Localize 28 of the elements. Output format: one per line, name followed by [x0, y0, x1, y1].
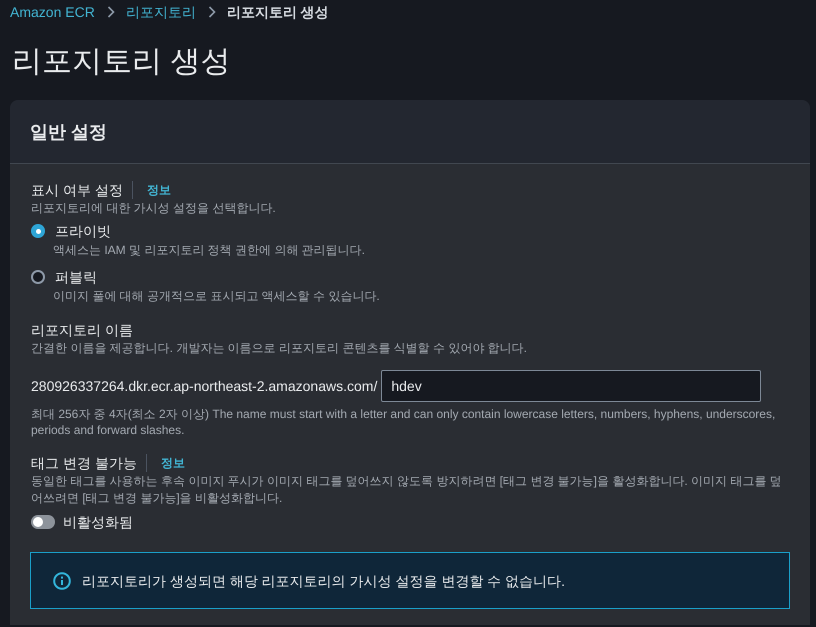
- info-link[interactable]: 정보: [160, 453, 185, 473]
- info-link[interactable]: 정보: [146, 180, 171, 200]
- name-input[interactable]: hdev: [381, 370, 762, 402]
- option-description: 액세스는 IAM 및 리포지토리 정책 권한에 의해 관리됩니다.: [52, 242, 366, 259]
- breadcrumb-link[interactable]: 리포지토리: [126, 3, 196, 21]
- field-description: 리포지토리에 대한 가시성 설정을 선택합니다.: [31, 200, 277, 217]
- chevron-right-icon: [106, 6, 115, 18]
- toggle-switch[interactable]: [31, 515, 55, 529]
- field-label: 태그 변경 불가능: [31, 454, 137, 473]
- field-label: 표시 여부 설정: [31, 181, 123, 200]
- url-prefix: 280926337264.dkr.ecr.ap-northeast-2.amazonaws.com/: [31, 377, 378, 396]
- field-description: 동일한 태그를 사용하는 후속 이미지 푸시가 이미지 태그를 덮어쓰지 않도록 방지하려면 [태그 변경 불가능]을 활성화합니다. 이미지 태그를 덮어쓰려면 [태그 변경 불가능]을 비활성화합니다.: [31, 473, 783, 507]
- breadcrumb-current: 리포지토리 생성: [226, 3, 329, 21]
- breadcrumb-link[interactable]: Amazon ECR: [10, 3, 95, 21]
- chevron-right-icon: [208, 6, 216, 18]
- toggle-label: 비활성화됨: [63, 513, 133, 532]
- field-label: 리포지토리 이름: [31, 321, 133, 340]
- panel-title: 일반 설정: [30, 120, 108, 144]
- radio-button[interactable]: [31, 270, 45, 284]
- info-icon: [53, 572, 71, 590]
- page-title: 리포지토리 생성: [12, 44, 230, 80]
- option-description: 이미지 풀에 대해 공개적으로 표시되고 액세스할 수 있습니다.: [52, 288, 381, 305]
- alert-text: 리포지토리가 생성되면 해당 리포지토리의 가시성 설정을 변경할 수 없습니다.: [82, 572, 566, 590]
- radio-label: 프라이빗: [55, 222, 111, 241]
- field-description: 간결한 이름을 제공합니다. 개발자는 이름으로 리포지토리 콘텐츠를 식별할 수 있어야 합니다.: [31, 340, 528, 357]
- radio-button[interactable]: [31, 224, 45, 238]
- field-hint: 최대 256자 중 4자(최소 2자 이상) The name must start with a letter and can only contain lowercase letters, numbers, hyphens, underscores, periods and forward slashes.: [31, 406, 776, 438]
- radio-label: 퍼블릭: [55, 268, 97, 287]
